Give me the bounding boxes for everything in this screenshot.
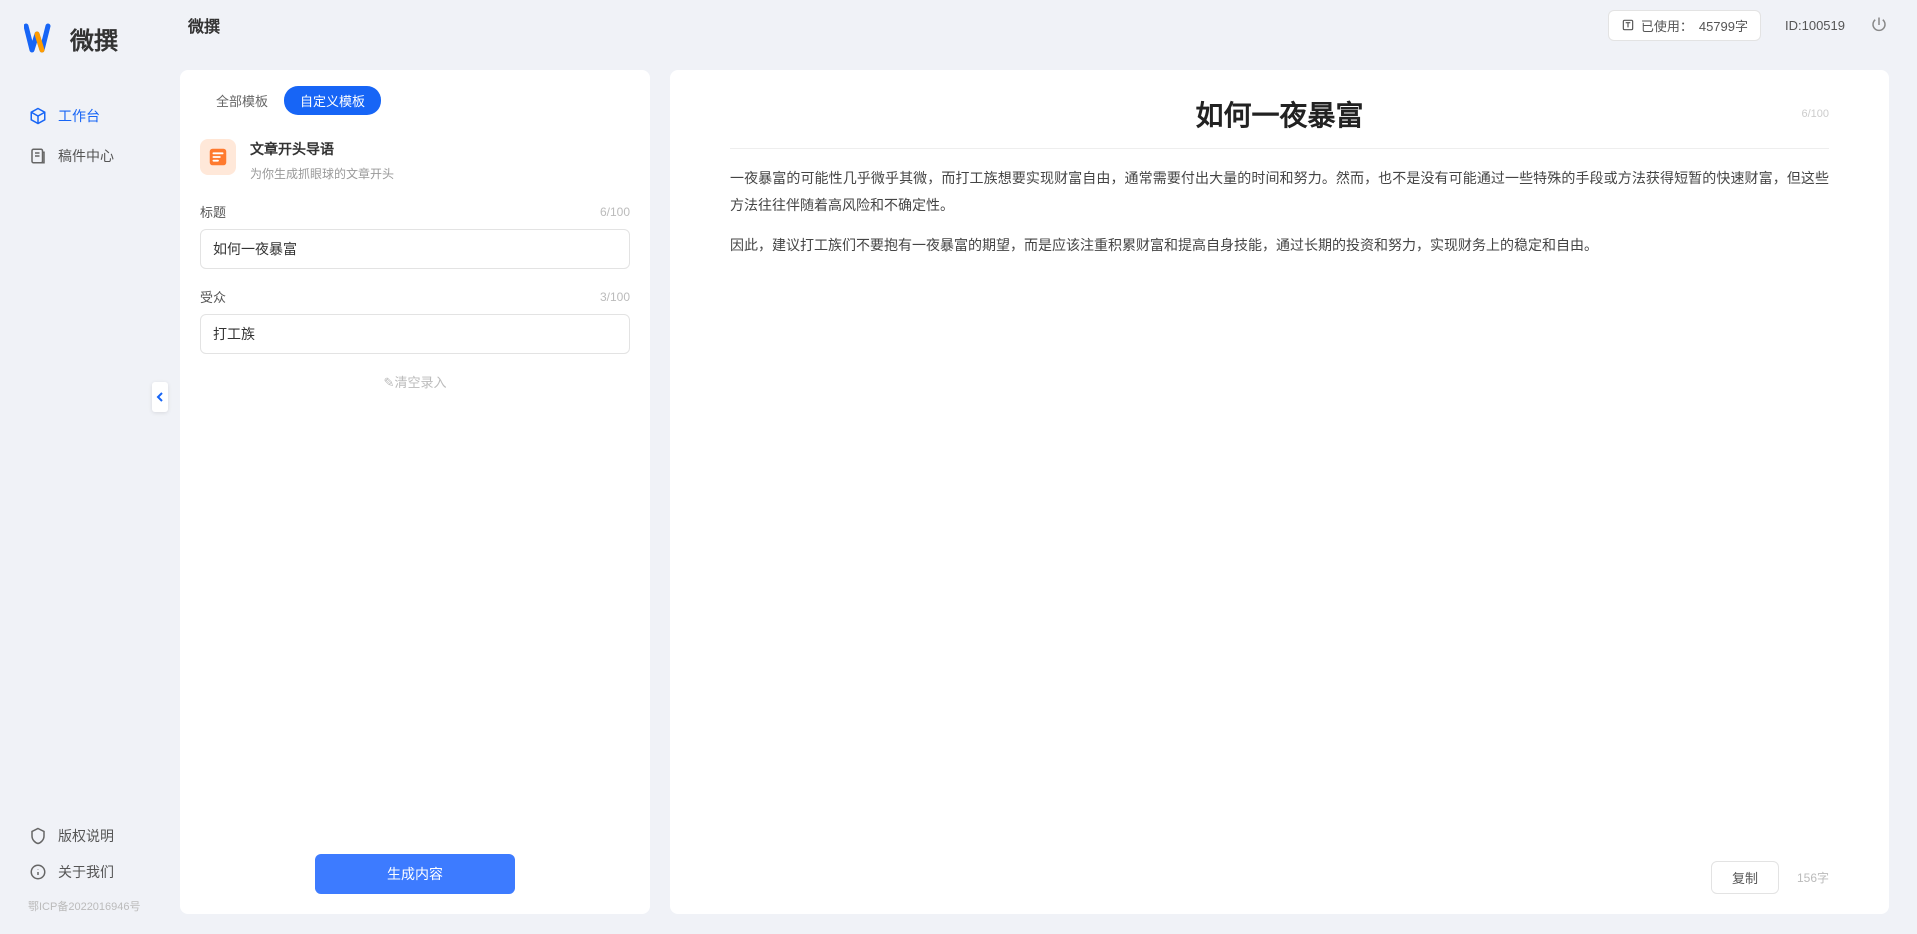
output-paragraph: 因此，建议打工族们不要抱有一夜暴富的期望，而是应该注重积累财富和提高自身技能，通…: [730, 232, 1829, 259]
tabs: 全部模板 自定义模板: [180, 70, 650, 127]
output-title-count: 6/100: [1801, 108, 1829, 120]
template-icon: [200, 139, 236, 175]
clear-input-button[interactable]: ✎清空录入: [200, 372, 630, 391]
logo-text: 微撰: [70, 21, 118, 56]
logout-button[interactable]: [1869, 15, 1889, 35]
tab-all-templates[interactable]: 全部模板: [200, 86, 284, 115]
output-header: 6/100: [670, 70, 1889, 140]
sidebar-footer: 版权说明 关于我们: [0, 818, 160, 890]
template-info: 文章开头导语 为你生成抓眼球的文章开头: [250, 139, 394, 182]
shield-icon: [28, 826, 48, 846]
output-title-input[interactable]: [730, 98, 1829, 130]
page-title: 微撰: [188, 13, 220, 37]
nav-item-drafts[interactable]: 稿件中心: [28, 136, 160, 176]
output-footer: 复制 156字: [670, 845, 1889, 914]
nav-item-workspace[interactable]: 工作台: [28, 96, 160, 136]
icp-text: 鄂ICP备2022016946号: [0, 890, 160, 914]
header-right: 已使用： 45799字 ID:100519: [1608, 10, 1889, 41]
text-icon: [1621, 18, 1635, 32]
template-desc: 为你生成抓眼球的文章开头: [250, 165, 394, 182]
nav-item-label: 稿件中心: [58, 146, 114, 166]
template-title: 文章开头导语: [250, 139, 394, 159]
title-input[interactable]: [200, 229, 630, 269]
logo-icon: [24, 20, 60, 56]
copy-button[interactable]: 复制: [1711, 861, 1779, 894]
audience-label: 受众: [200, 287, 226, 306]
footer-item-copyright[interactable]: 版权说明: [28, 818, 160, 854]
content: 全部模板 自定义模板 文章开头导语 为你生成抓眼球的文章开头: [160, 50, 1917, 934]
usage-label: 已使用：: [1641, 16, 1693, 35]
sidebar: 微撰 工作台: [0, 0, 160, 934]
output-word-count: 156字: [1797, 869, 1829, 886]
cube-icon: [28, 106, 48, 126]
footer-item-about[interactable]: 关于我们: [28, 854, 160, 890]
nav: 工作台 稿件中心: [0, 96, 160, 818]
user-id: ID:100519: [1785, 18, 1845, 33]
info-icon: [28, 862, 48, 882]
usage-value: 45799字: [1699, 16, 1748, 35]
footer-item-label: 版权说明: [58, 826, 114, 846]
footer-item-label: 关于我们: [58, 862, 114, 882]
right-panel: 6/100 一夜暴富的可能性几乎微乎其微，而打工族想要实现财富自由，通常需要付出…: [670, 70, 1889, 914]
usage-badge[interactable]: 已使用： 45799字: [1608, 10, 1761, 41]
title-char-count: 6/100: [600, 205, 630, 219]
audience-input[interactable]: [200, 314, 630, 354]
nav-item-label: 工作台: [58, 106, 100, 126]
template-header: 文章开头导语 为你生成抓眼球的文章开头: [180, 127, 650, 202]
output-body[interactable]: 一夜暴富的可能性几乎微乎其微，而打工族想要实现财富自由，通常需要付出大量的时间和…: [670, 165, 1889, 845]
output-paragraph: 一夜暴富的可能性几乎微乎其微，而打工族想要实现财富自由，通常需要付出大量的时间和…: [730, 165, 1829, 218]
generate-button[interactable]: 生成内容: [315, 854, 515, 894]
tab-custom-templates[interactable]: 自定义模板: [284, 86, 381, 115]
sidebar-collapse-button[interactable]: [152, 382, 168, 412]
form-group-title: 标题 6/100: [200, 202, 630, 269]
power-icon: [1870, 16, 1888, 34]
form: 标题 6/100 受众 3/100 ✎清空录入: [180, 202, 650, 838]
divider: [730, 148, 1829, 149]
chevron-left-icon: [156, 391, 164, 403]
title-label: 标题: [200, 202, 226, 221]
audience-char-count: 3/100: [600, 290, 630, 304]
document-icon: [28, 146, 48, 166]
form-group-audience: 受众 3/100: [200, 287, 630, 354]
main: 微撰 已使用： 45799字 ID:100519: [160, 0, 1917, 934]
logo[interactable]: 微撰: [0, 20, 160, 56]
left-panel: 全部模板 自定义模板 文章开头导语 为你生成抓眼球的文章开头: [180, 70, 650, 914]
header: 微撰 已使用： 45799字 ID:100519: [160, 0, 1917, 50]
